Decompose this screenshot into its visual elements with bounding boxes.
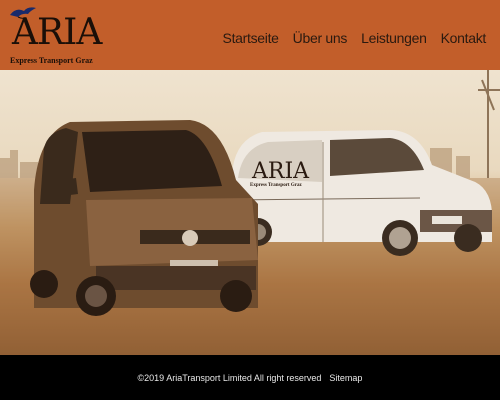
brand-tagline: Express Transport Graz bbox=[10, 56, 93, 65]
sitemap-link[interactable]: Sitemap bbox=[329, 373, 362, 383]
van-logo-text: ARIA bbox=[251, 159, 310, 184]
brand-logo[interactable]: ARIA Express Transport Graz bbox=[4, 3, 102, 67]
nav-item-leistungen[interactable]: Leistungen bbox=[361, 30, 427, 46]
hero-image: ARIA Express Transport Graz bbox=[0, 70, 500, 355]
van-back bbox=[231, 130, 492, 256]
hero-slider[interactable]: ARIA Express Transport Graz bbox=[0, 70, 500, 355]
site-header: ARIA Express Transport Graz Startseite Ü… bbox=[0, 0, 500, 70]
copyright-text: ©2019 AriaTransport Limited All right re… bbox=[137, 372, 322, 383]
brand-name: ARIA bbox=[12, 12, 102, 53]
nav-item-startseite[interactable]: Startseite bbox=[223, 30, 279, 46]
nav-item-kontakt[interactable]: Kontakt bbox=[441, 30, 487, 46]
site-footer: ©2019 AriaTransport Limited All right re… bbox=[0, 355, 500, 400]
van-logo-sub: Express Transport Graz bbox=[250, 183, 302, 188]
crane bbox=[478, 70, 500, 178]
nav-item-ueber-uns[interactable]: Über uns bbox=[293, 30, 348, 46]
main-nav: Startseite Über uns Leistungen Kontakt bbox=[223, 30, 487, 46]
van-front bbox=[30, 120, 258, 316]
van-logo: ARIA Express Transport Graz bbox=[250, 159, 310, 188]
